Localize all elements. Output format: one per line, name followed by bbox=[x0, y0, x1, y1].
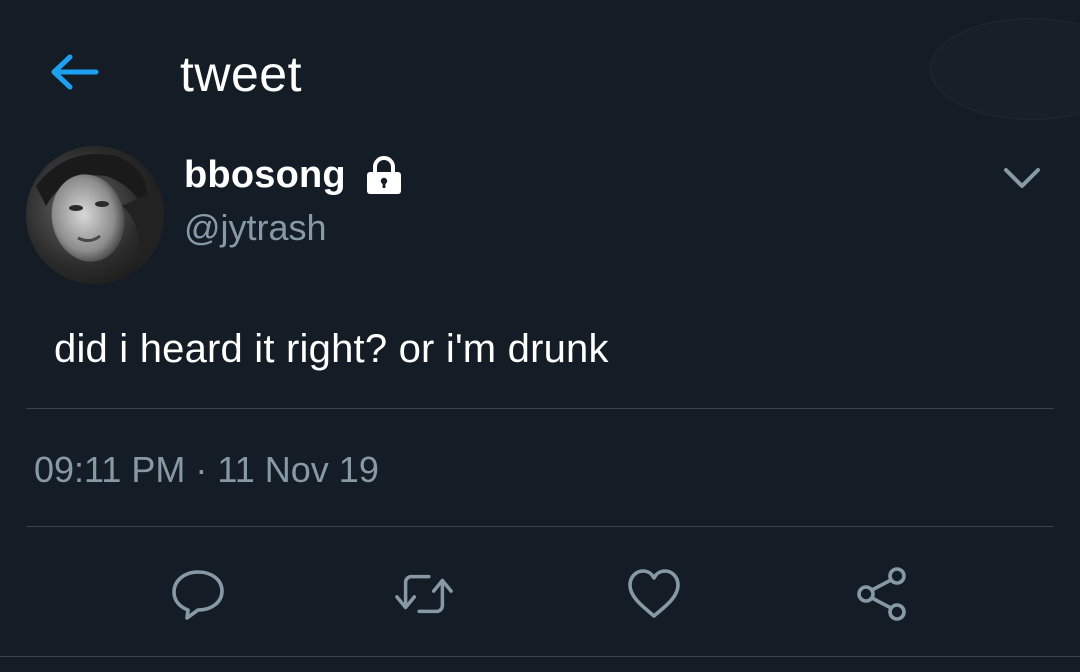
user-handle[interactable]: @jytrash bbox=[184, 204, 327, 252]
avatar-photo bbox=[26, 146, 164, 284]
background-decoration bbox=[930, 18, 1080, 120]
back-arrow-icon bbox=[51, 54, 99, 90]
tweet-timestamp: 09:11 PM · 11 Nov 19 bbox=[34, 449, 379, 490]
display-name[interactable]: bbosong bbox=[184, 154, 346, 197]
display-name-row: bbosong bbox=[184, 150, 406, 200]
share-icon bbox=[857, 567, 906, 621]
reply-button[interactable] bbox=[168, 564, 228, 624]
share-button[interactable] bbox=[852, 564, 912, 624]
heart-icon bbox=[628, 569, 680, 618]
tweet-text: did i heard it right? or i'm drunk bbox=[54, 327, 609, 371]
tweet-menu-button[interactable] bbox=[998, 158, 1046, 198]
divider bbox=[26, 408, 1054, 409]
avatar[interactable] bbox=[26, 146, 164, 284]
lock-icon bbox=[366, 156, 401, 194]
chevron-down-icon bbox=[1004, 168, 1040, 188]
like-button[interactable] bbox=[624, 564, 684, 624]
retweet-icon bbox=[395, 574, 453, 614]
header: tweet bbox=[0, 0, 1080, 140]
reply-icon bbox=[172, 570, 224, 620]
back-button[interactable] bbox=[48, 50, 100, 94]
divider bbox=[26, 526, 1054, 527]
divider bbox=[0, 656, 1080, 657]
tweet-detail-screen: tweet bbosong @jytrash did i heard it ri… bbox=[0, 0, 1080, 672]
retweet-button[interactable] bbox=[394, 564, 454, 624]
page-title: tweet bbox=[180, 46, 303, 102]
